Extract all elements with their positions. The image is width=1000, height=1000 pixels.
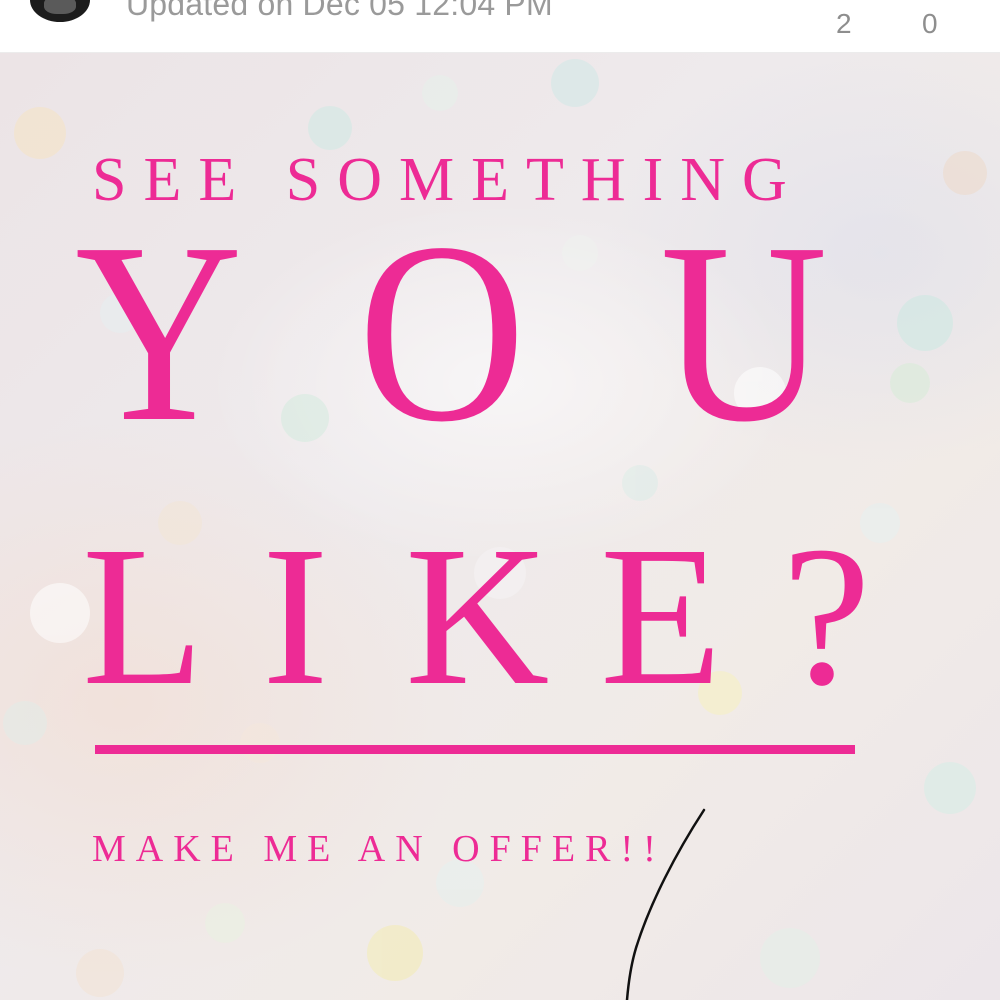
pen-stroke-mark bbox=[625, 808, 706, 1000]
comment-count[interactable]: 0 bbox=[922, 8, 938, 40]
listing-screen: Updated on Dec 05 12:04 PM 2 0 SEE SOMET… bbox=[0, 0, 1000, 1000]
like-count[interactable]: 2 bbox=[836, 8, 852, 40]
updated-timestamp: Updated on Dec 05 12:04 PM bbox=[126, 0, 553, 22]
avatar[interactable] bbox=[30, 0, 90, 22]
listing-header: Updated on Dec 05 12:04 PM 2 0 bbox=[0, 0, 1000, 53]
listing-image[interactable]: SEE SOMETHING Y O U L I K E ? MAKE ME AN… bbox=[0, 53, 1000, 1000]
